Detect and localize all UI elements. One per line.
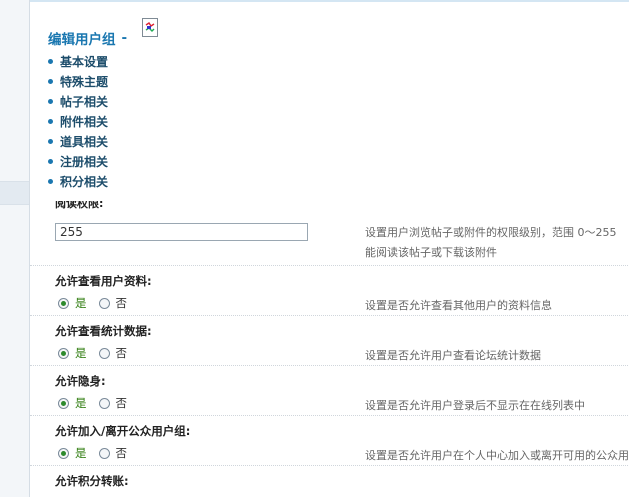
radio-group: 是 否	[58, 395, 127, 411]
main-content: 编辑用户组 - 基本设置 特殊主题 帖子相关 附件相关 道具相关 注册相关 积分…	[30, 2, 629, 497]
read-permission-label: 阅读权限:	[55, 201, 104, 209]
nav-credits[interactable]: 积分相关	[48, 171, 108, 191]
radio-checked-icon[interactable]	[58, 447, 69, 459]
title-separator: -	[121, 30, 128, 46]
setting-credit-transfer: 允许积分转账: 是 否	[30, 465, 629, 497]
radio-checked-icon[interactable]	[58, 397, 69, 409]
setting-public-groups: 允许加入/离开公众用户组: 是 否 设置是否允许用户在个人中心加入或离开可用的公…	[30, 415, 629, 465]
radio-no[interactable]: 否	[98, 295, 127, 311]
nav-special-topics[interactable]: 特殊主题	[48, 71, 108, 91]
bullet-icon	[48, 158, 53, 164]
radio-checked-icon[interactable]	[58, 297, 69, 309]
radio-group: 是 否	[58, 445, 127, 461]
setting-tip: 设置是否允许查看其他用户的资料信息	[365, 299, 552, 312]
read-permission-tip: 设置用户浏览帖子或附件的权限级别，范围 0～255 能阅读该帖子或下载该附件	[365, 226, 617, 259]
radio-unchecked-icon[interactable]	[98, 447, 110, 459]
setting-view-profiles: 允许查看用户资料: 是 否 设置是否允许查看其他用户的资料信息	[30, 265, 629, 315]
left-sidebar	[0, 0, 30, 497]
bullet-icon	[48, 98, 53, 104]
setting-label: 允许查看统计数据:	[55, 324, 152, 338]
radio-no[interactable]: 否	[98, 395, 127, 411]
radio-no[interactable]: 否	[98, 445, 127, 461]
radio-unchecked-icon[interactable]	[98, 397, 110, 409]
radio-group: 是 否	[58, 295, 127, 311]
nav-props[interactable]: 道具相关	[48, 131, 108, 151]
radio-unchecked-icon[interactable]	[98, 297, 110, 309]
nav-basic-settings[interactable]: 基本设置	[48, 51, 108, 71]
bullet-icon	[48, 178, 53, 184]
nav-attachments[interactable]: 附件相关	[48, 111, 108, 131]
setting-label: 允许加入/离开公众用户组:	[55, 424, 191, 438]
bullet-icon	[48, 78, 53, 84]
page-title-text: 编辑用户组	[48, 32, 116, 48]
radio-checked-icon[interactable]	[58, 347, 69, 359]
setting-tip: 设置是否允许用户在个人中心加入或离开可用的公众用户组	[365, 449, 629, 462]
radio-yes[interactable]: 是	[58, 295, 87, 311]
radio-group: 是 否	[58, 345, 127, 361]
setting-label: 允许积分转账:	[55, 474, 129, 488]
setting-tip: 设置是否允许用户查看论坛统计数据	[365, 349, 541, 362]
page-title: 编辑用户组 -	[48, 28, 127, 48]
nav-posts[interactable]: 帖子相关	[48, 91, 108, 111]
setting-label: 允许查看用户资料:	[55, 274, 152, 288]
radio-yes[interactable]: 是	[58, 395, 87, 411]
radio-no[interactable]: 否	[98, 345, 127, 361]
setting-tip: 设置是否允许用户登录后不显示在在线列表中	[365, 399, 585, 412]
bullet-icon	[48, 118, 53, 124]
section-nav: 基本设置 特殊主题 帖子相关 附件相关 道具相关 注册相关 积分相关	[48, 51, 108, 191]
radio-yes[interactable]: 是	[58, 445, 87, 461]
bullet-icon	[48, 58, 53, 64]
bullet-icon	[48, 138, 53, 144]
nav-registration[interactable]: 注册相关	[48, 151, 108, 171]
radio-yes[interactable]: 是	[58, 345, 87, 361]
broken-image-icon	[142, 18, 158, 37]
setting-invisible: 允许隐身: 是 否 设置是否允许用户登录后不显示在在线列表中	[30, 365, 629, 415]
read-permission-input[interactable]	[55, 223, 308, 241]
radio-unchecked-icon[interactable]	[98, 347, 110, 359]
sidebar-active-marker	[0, 181, 29, 205]
setting-label: 允许隐身:	[55, 374, 106, 388]
setting-view-stats: 允许查看统计数据: 是 否 设置是否允许用户查看论坛统计数据	[30, 315, 629, 365]
